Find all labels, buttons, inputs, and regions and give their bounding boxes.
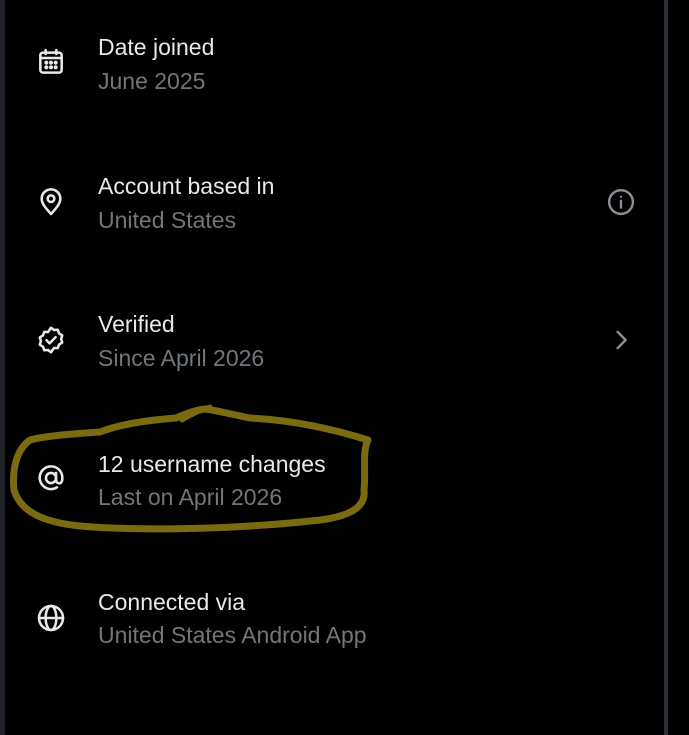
chevron-right-icon — [603, 322, 639, 358]
row-connected-via: Connected via United States Android App — [5, 568, 664, 668]
row-title: Verified — [98, 311, 175, 337]
row-verified[interactable]: Verified Since April 2026 — [5, 290, 664, 390]
account-info-panel: Date joined June 2025 Account based in U… — [0, 0, 689, 735]
row-username-changes: 12 username changes Last on April 2026 — [5, 430, 664, 530]
row-title: Date joined — [98, 34, 215, 60]
row-subtitle: June 2025 — [98, 68, 206, 94]
right-border — [664, 0, 668, 735]
row-subtitle: Since April 2026 — [98, 345, 265, 371]
row-title: Connected via — [98, 589, 246, 615]
calendar-icon — [33, 44, 69, 80]
globe-icon — [33, 600, 69, 636]
row-subtitle: United States Android App — [98, 622, 367, 648]
location-pin-icon — [33, 184, 69, 220]
info-icon[interactable] — [603, 184, 639, 220]
row-subtitle: United States — [98, 207, 237, 233]
row-title: Account based in — [98, 173, 275, 199]
row-title: 12 username changes — [98, 451, 326, 477]
at-sign-icon — [33, 460, 69, 496]
row-date-joined: Date joined June 2025 — [5, 14, 664, 114]
row-subtitle: Last on April 2026 — [98, 484, 283, 510]
row-account-based-in: Account based in United States — [5, 152, 664, 252]
verified-badge-icon — [33, 322, 69, 358]
